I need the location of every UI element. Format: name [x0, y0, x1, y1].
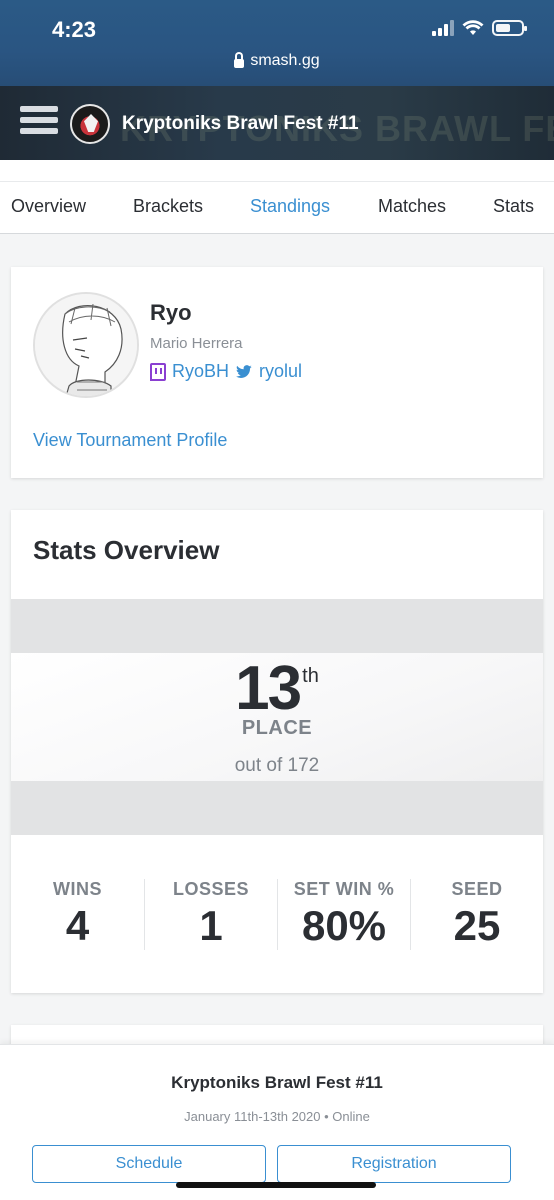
player-profile-card: Ryo Mario Herrera RyoBH ryolul View Tour… — [11, 267, 543, 478]
signal-icon — [432, 20, 454, 36]
placement-suffix: th — [302, 665, 319, 687]
registration-button[interactable]: Registration — [277, 1145, 511, 1183]
stat-label: WINS — [53, 879, 102, 899]
player-real-name: Mario Herrera — [150, 335, 243, 352]
status-time: 4:23 — [52, 17, 97, 42]
stat-label: LOSSES — [172, 879, 250, 899]
placement-out-of: out of 172 — [234, 755, 320, 776]
tournament-footer-sheet: Kryptoniks Brawl Fest #11 January 11th-1… — [0, 1044, 554, 1200]
avatar — [33, 292, 139, 398]
footer-title: Kryptoniks Brawl Fest #11 — [171, 1073, 383, 1092]
wifi-icon — [462, 20, 484, 35]
url-bar[interactable]: smash.gg — [0, 51, 554, 70]
stat-value: 4 — [65, 902, 90, 949]
menu-icon[interactable] — [20, 106, 58, 138]
schedule-button[interactable]: Schedule — [32, 1145, 266, 1183]
tab-overview[interactable]: Overview — [11, 196, 86, 217]
tab-brackets[interactable]: Brackets — [133, 196, 203, 217]
placement-label: PLACE — [241, 717, 313, 739]
placement-band-bottom — [11, 781, 543, 835]
stat-label: SET WIN % — [293, 879, 395, 899]
stat-value: 80% — [301, 902, 387, 949]
stat-label: SEED — [451, 879, 503, 899]
twitch-icon — [150, 362, 166, 381]
twitter-icon — [236, 364, 252, 378]
tab-bar: Overview Brackets Standings Matches Stat… — [0, 160, 554, 234]
stats-title: Stats Overview — [33, 535, 220, 565]
tab-stats[interactable]: Stats — [493, 196, 534, 217]
placement-value: 13 — [235, 654, 302, 723]
stat-wins: WINS 4 — [11, 879, 144, 950]
app-header: KRYPTONIKS BRAWL FEST Kryptoniks Brawl F… — [0, 86, 554, 160]
url-text: smash.gg — [250, 52, 320, 69]
placement-number: 13th — [11, 653, 543, 724]
stat-value: 1 — [199, 902, 223, 949]
stats-overview-card: Stats Overview 13th PLACE out of 172 WIN… — [11, 510, 543, 993]
stat-set-win-percent: SET WIN % 80% — [277, 879, 410, 950]
stat-seed: SEED 25 — [410, 879, 543, 950]
tab-matches[interactable]: Matches — [378, 196, 446, 217]
stats-summary: WINS 4 LOSSES 1 SET WIN % 80% SEED 25 — [11, 835, 543, 993]
player-tag: Ryo — [150, 300, 192, 325]
lock-icon — [234, 51, 245, 68]
placement-panel: 13th PLACE out of 172 — [11, 653, 543, 781]
scrolled-content-peek — [0, 160, 554, 182]
stat-value: 25 — [453, 902, 501, 949]
view-tournament-profile-link[interactable]: View Tournament Profile — [33, 430, 227, 451]
twitter-link[interactable]: ryolul — [259, 361, 302, 382]
tab-standings[interactable]: Standings — [250, 196, 330, 217]
placement-band-top — [11, 599, 543, 653]
footer-subtitle: January 11th-13th 2020 • Online — [184, 1109, 370, 1124]
status-icons — [432, 20, 527, 36]
social-links: RyoBH ryolul — [150, 361, 302, 382]
browser-top-bar: 4:23 smash.gg — [0, 0, 554, 86]
home-indicator[interactable] — [176, 1182, 376, 1188]
twitch-link[interactable]: RyoBH — [172, 361, 229, 382]
battery-icon — [492, 20, 527, 36]
tournament-logo — [70, 104, 110, 144]
stat-losses: LOSSES 1 — [144, 879, 277, 950]
tournament-title: Kryptoniks Brawl Fest #11 — [122, 113, 359, 134]
